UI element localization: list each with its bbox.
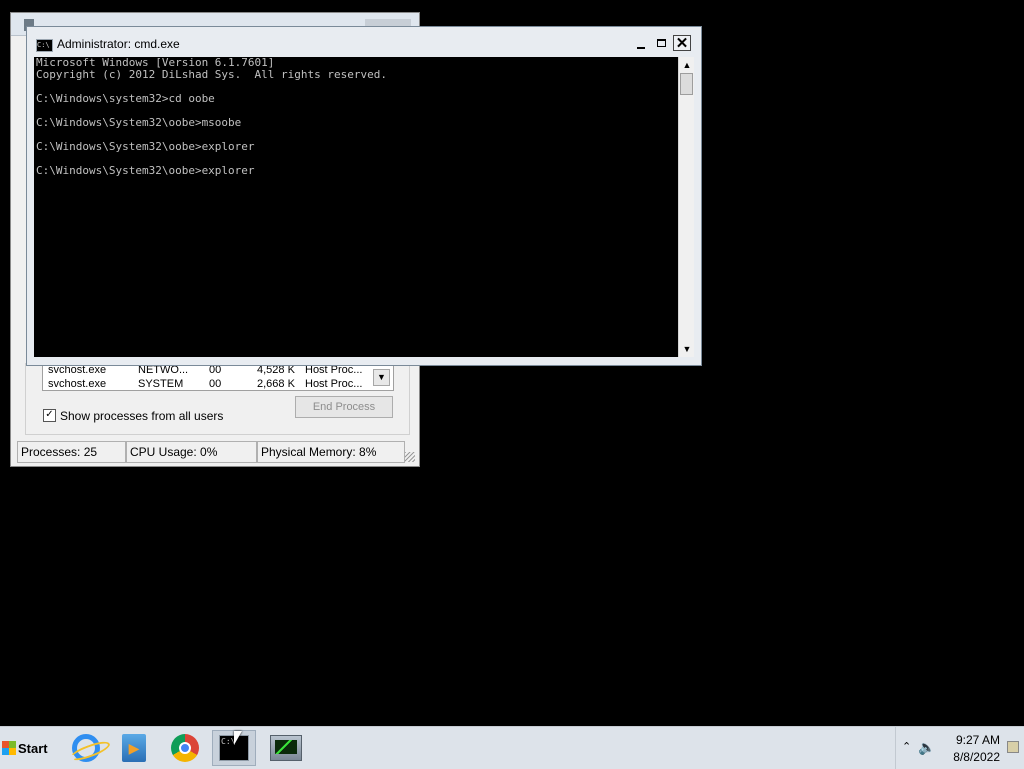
taskbar-chrome[interactable] [163,730,207,766]
show-all-users-checkbox[interactable]: ✓ [43,409,56,422]
chrome-icon [171,734,199,762]
media-player-icon: ▶ [122,734,146,762]
system-tray: ⌃ 🔈 9:27 AM 8/8/2022 [895,727,1024,769]
taskbar-task-manager[interactable] [264,730,308,766]
process-user: SYSTEM [138,378,184,390]
clock-time[interactable]: 9:27 AM [938,733,1000,747]
taskbar: Start ▶ C:\ ⌃ 🔈 9:27 AM 8/8/2022 [0,726,1024,769]
console-line: C:\Windows\System32\oobe>explorer [36,164,255,177]
action-center-flag-icon[interactable] [1007,741,1019,753]
table-row[interactable]: svchost.exe SYSTEM 00 2,668 K Host Proc.… [43,378,393,390]
process-description: Host Proc... [305,378,363,390]
console-output[interactable]: Microsoft Windows [Version 6.1.7601] Cop… [34,57,678,357]
cmd-window-title: Administrator: cmd.exe [57,37,180,51]
maximize-button[interactable] [652,35,670,51]
scroll-down-button[interactable]: ▼ [679,341,695,357]
scroll-thumb[interactable] [680,73,693,95]
internet-explorer-icon [72,734,100,762]
volume-icon[interactable]: 🔈 [918,739,935,756]
process-cpu: 00 [209,378,222,390]
cmd-titlebar[interactable]: C:\ Administrator: cmd.exe ✕ [27,27,701,57]
console-line: C:\Windows\system32>cd oobe [36,92,215,105]
status-bar: Processes: 25 CPU Usage: 0% Physical Mem… [17,441,415,463]
show-hidden-icons-icon[interactable]: ⌃ [902,740,911,753]
physical-memory: Physical Memory: 8% [257,441,405,463]
console-line: C:\Windows\System32\oobe>msoobe [36,116,242,129]
minimize-button[interactable] [632,35,650,51]
clock-date[interactable]: 8/8/2022 [938,750,1000,764]
windows-logo-icon [2,741,16,755]
console-line: Copyright (c) 2012 DiLshad Sys. All righ… [36,68,387,81]
process-memory: 2,668 K [257,378,295,390]
taskbar-internet-explorer[interactable] [64,730,108,766]
vertical-scrollbar[interactable]: ▲ ▼ [678,57,694,357]
end-process-button[interactable]: End Process [295,396,393,418]
taskbar-media-player[interactable]: ▶ [112,730,156,766]
scroll-up-button[interactable]: ▲ [679,57,695,73]
resize-grip[interactable] [405,452,415,462]
console-line: C:\Windows\System32\oobe>explorer [36,140,255,153]
process-name: svchost.exe [48,378,107,390]
process-list[interactable]: svchost.exe NETWO... 00 4,528 K Host Pro… [42,364,394,391]
mouse-cursor-icon [234,731,242,745]
start-button[interactable]: Start [2,732,52,764]
list-scroll-down-button[interactable]: ▼ [373,369,390,386]
show-all-users-label[interactable]: Show processes from all users [60,409,223,423]
cpu-usage: CPU Usage: 0% [126,441,257,463]
start-label: Start [18,740,48,756]
task-manager-icon [270,735,302,761]
command-prompt-icon[interactable]: C:\ [36,39,53,52]
close-button[interactable]: ✕ [673,35,691,52]
processes-count: Processes: 25 [17,441,126,463]
cmd-window[interactable]: C:\ Administrator: cmd.exe ✕ Microsoft W… [26,26,702,366]
